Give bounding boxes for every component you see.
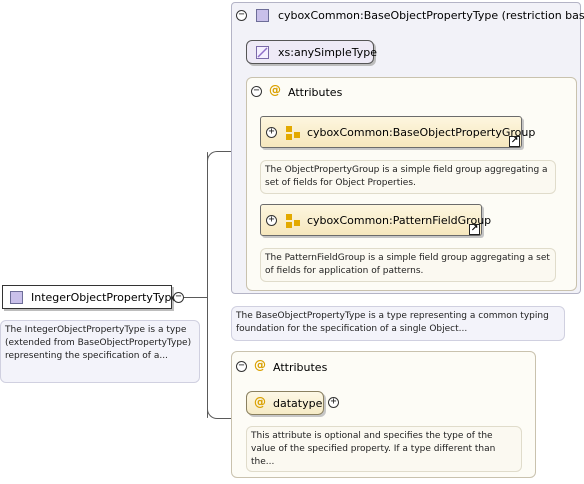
attributes-box: − @ Attributes @ datatype + This attribu…: [231, 351, 536, 478]
attribute-group-description: The PatternFieldGroup is a simple field …: [260, 248, 556, 282]
attribute-group-node[interactable]: + cyboxCommon:PatternFieldGroup ↗: [260, 204, 491, 236]
attribute-group-label: cyboxCommon:BaseObjectPropertyGroup: [307, 126, 536, 139]
root-type-label: IntegerObjectPropertyType: [31, 291, 179, 304]
base-type-box: − cyboxCommon:BaseObjectPropertyType (re…: [231, 2, 584, 294]
simple-type-label: xs:anySimpleType: [278, 46, 377, 59]
root-description: The IntegerObjectPropertyType is a type …: [0, 320, 200, 383]
attribute-group-description: The ObjectPropertyGroup is a simple fiel…: [260, 160, 556, 194]
attributes-label: Attributes: [273, 361, 328, 374]
at-sign-icon: @: [269, 83, 281, 97]
link-arrow-icon[interactable]: ↗: [509, 136, 520, 147]
plus-circle-icon[interactable]: +: [266, 127, 277, 138]
minus-circle-icon[interactable]: −: [251, 86, 262, 97]
complex-type-icon: [10, 291, 23, 304]
minus-circle-icon[interactable]: −: [173, 292, 184, 303]
attributes-label: Attributes: [288, 86, 343, 99]
simple-type-icon: [256, 46, 269, 59]
at-sign-icon: @: [254, 358, 266, 372]
attribute-group-node[interactable]: + cyboxCommon:BaseObjectPropertyGroup ↗: [260, 116, 535, 148]
attribute-group-icon: [286, 214, 300, 228]
root-type-node[interactable]: IntegerObjectPropertyType: [2, 285, 178, 309]
link-arrow-icon[interactable]: ↗: [469, 224, 480, 235]
plus-circle-icon[interactable]: +: [328, 397, 339, 408]
connector-trunk: [207, 152, 208, 418]
minus-circle-icon[interactable]: −: [236, 10, 247, 21]
inherited-attributes-box: − @ Attributes + cyboxCommon:BaseObjectP…: [246, 77, 577, 291]
base-type-description: The BaseObjectPropertyType is a type rep…: [231, 306, 565, 341]
attribute-group-label: cyboxCommon:PatternFieldGroup: [307, 214, 492, 227]
plus-circle-icon[interactable]: +: [266, 215, 277, 226]
connector-top-curve: [207, 151, 233, 163]
complex-type-icon: [256, 9, 269, 22]
attribute-node[interactable]: @ datatype: [246, 391, 324, 415]
connector-bottom-curve: [207, 405, 233, 419]
minus-circle-icon[interactable]: −: [236, 361, 247, 372]
base-type-title: cyboxCommon:BaseObjectPropertyType (rest…: [278, 9, 584, 22]
simple-type-node[interactable]: xs:anySimpleType: [246, 40, 377, 64]
attribute-group-icon: [286, 126, 300, 140]
at-sign-icon: @: [254, 395, 266, 409]
connector-root: [184, 297, 208, 298]
attribute-label: datatype: [273, 397, 323, 410]
attribute-description: This attribute is optional and specifies…: [246, 426, 522, 472]
